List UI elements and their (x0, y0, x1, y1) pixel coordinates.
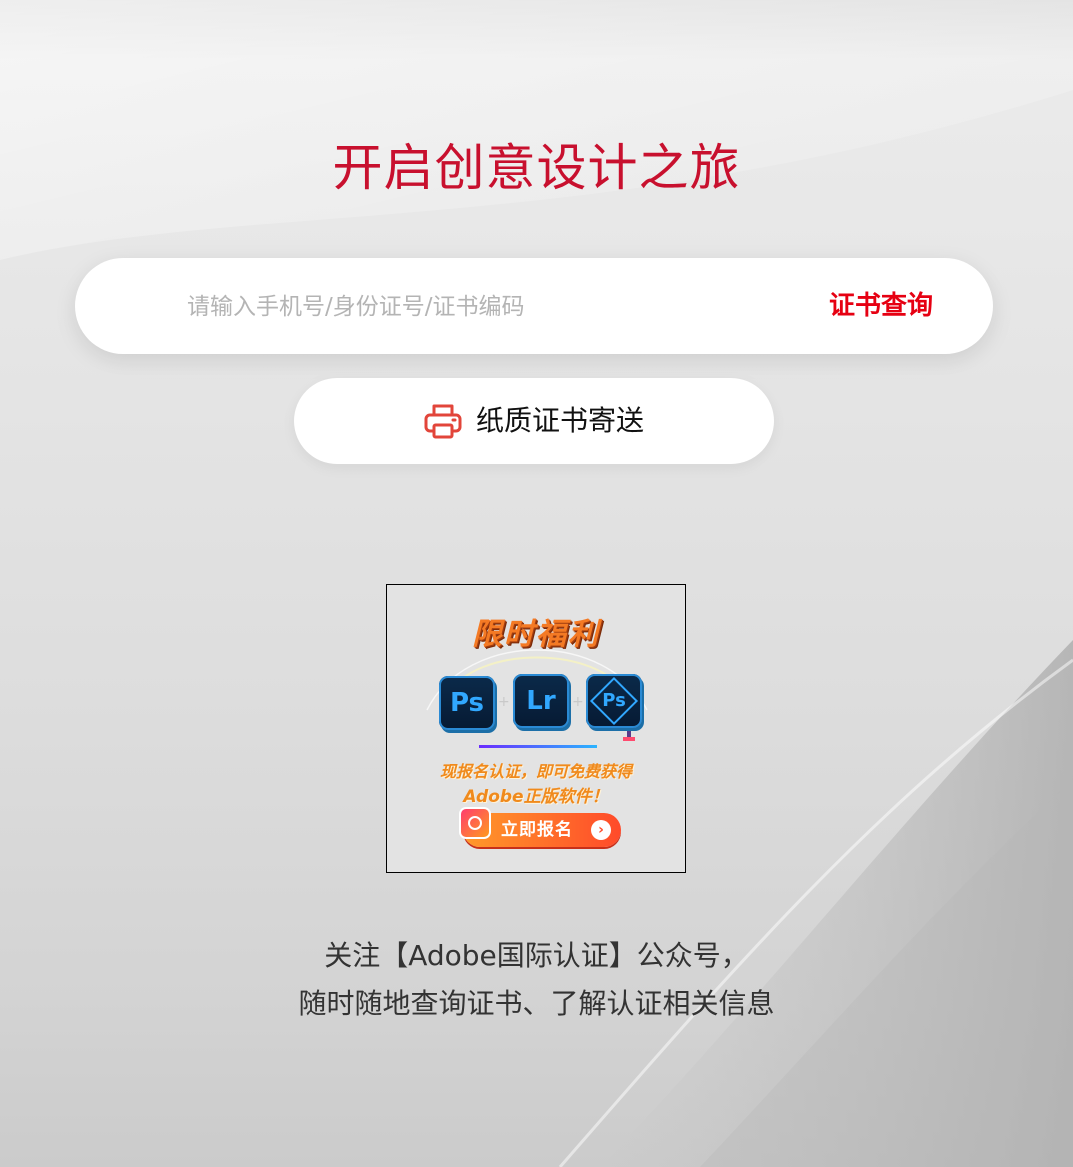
plus-icon: + (498, 694, 510, 710)
photoshop-express-tile: Ps (586, 674, 642, 728)
lightroom-tile: Lr (513, 674, 569, 728)
arrow-right-icon: › (591, 820, 611, 840)
follow-prompt-line2: 随时随地查询证书、了解认证相关信息 (298, 987, 775, 1020)
promo-title: 限时福利 (472, 617, 600, 652)
photoshop-tile: Ps (439, 676, 495, 730)
certificate-search-input[interactable] (185, 280, 749, 334)
certificate-search-bar: 证书查询 (75, 258, 993, 354)
follow-prompt-line1: 关注【Adobe国际认证】公众号， (324, 939, 749, 972)
printer-icon (424, 403, 462, 439)
promo-underline (479, 745, 597, 748)
paper-certificate-button[interactable]: 纸质证书寄送 (294, 378, 774, 464)
photoshop-tile-label: Ps (449, 688, 485, 718)
promo-software-text: Adobe正版软件！ (463, 787, 609, 807)
page-title: 开启创意设计之旅 (332, 139, 741, 197)
paper-certificate-label: 纸质证书寄送 (475, 404, 644, 437)
certificate-search-button[interactable]: 证书查询 (829, 284, 933, 328)
promo-offer-text: 现报名认证，即可免费获得 (439, 762, 632, 781)
promo-signup-label: 立即报名 (501, 820, 573, 840)
photoshop-express-tile-label: Ps (602, 690, 626, 711)
creative-cloud-icon (459, 807, 491, 839)
promo-banner[interactable]: 限时福利 Ps + Lr + Ps 现报名认证，即可免费获得 Adobe正版软件… (386, 584, 686, 873)
plus-icon: + (572, 694, 584, 710)
promo-signup-button[interactable]: 立即报名 › (459, 807, 621, 847)
lightroom-tile-label: Lr (526, 686, 556, 716)
